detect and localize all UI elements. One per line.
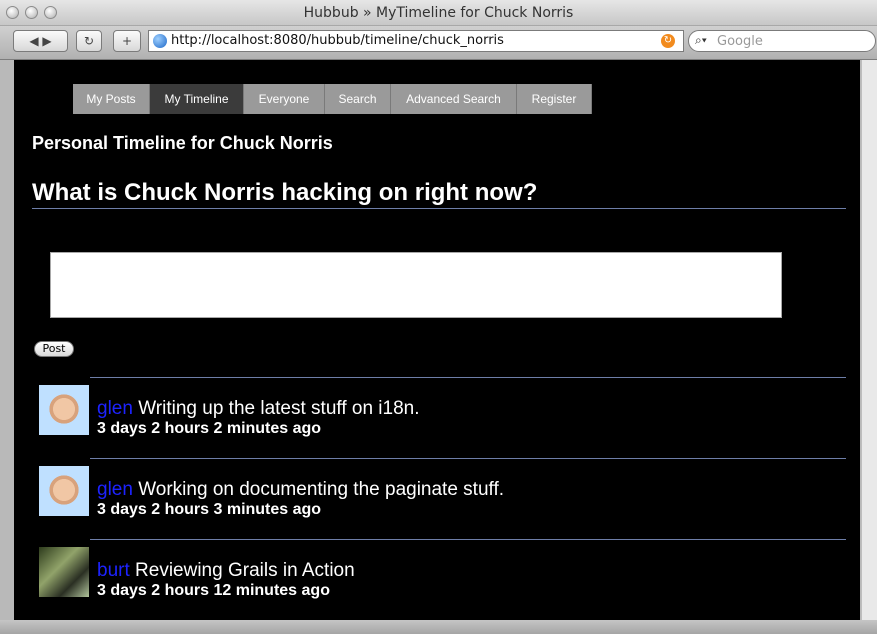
- url-text[interactable]: http://localhost:8080/hubbub/timeline/ch…: [171, 33, 504, 48]
- tab-advanced-search[interactable]: Advanced Search: [391, 84, 517, 114]
- add-bookmark-button[interactable]: +: [113, 30, 141, 52]
- post-textarea[interactable]: [50, 252, 782, 318]
- post-text: Reviewing Grails in Action: [135, 560, 355, 581]
- timeline-post: glen Working on documenting the paginate…: [14, 458, 860, 540]
- post-time: 3 days 2 hours 3 minutes ago: [97, 501, 322, 518]
- post-divider: [90, 539, 846, 540]
- prompt-divider: [32, 208, 846, 209]
- avatar[interactable]: [39, 385, 89, 435]
- nav-tabs: My Posts My Timeline Everyone Search Adv…: [73, 84, 592, 114]
- window-title: Hubbub » MyTimeline for Chuck Norris: [303, 5, 574, 21]
- title-bar: Hubbub » MyTimeline for Chuck Norris: [0, 0, 877, 26]
- tab-register[interactable]: Register: [517, 84, 592, 114]
- post-line: glen Working on documenting the paginate…: [97, 479, 504, 501]
- timeline-post: glen Writing up the latest stuff on i18n…: [14, 377, 860, 459]
- avatar[interactable]: [39, 547, 89, 597]
- post-text: Writing up the latest stuff on i18n.: [138, 398, 420, 419]
- tab-search[interactable]: Search: [325, 84, 391, 114]
- search-field[interactable]: ⌕▾ Google: [688, 30, 876, 52]
- status-prompt: What is Chuck Norris hacking on right no…: [32, 179, 538, 206]
- post-user-link[interactable]: glen: [97, 479, 133, 500]
- post-time: 3 days 2 hours 12 minutes ago: [97, 582, 330, 599]
- page-content: My Posts My Timeline Everyone Search Adv…: [14, 60, 860, 620]
- address-bar[interactable]: http://localhost:8080/hubbub/timeline/ch…: [148, 30, 684, 52]
- avatar[interactable]: [39, 466, 89, 516]
- back-forward-buttons[interactable]: ◀ ▶: [13, 30, 68, 52]
- window-bottom-edge: [0, 620, 877, 634]
- post-text: Working on documenting the paginate stuf…: [138, 479, 505, 500]
- post-divider: [90, 377, 846, 378]
- search-icon: ⌕▾: [695, 33, 707, 47]
- tab-everyone[interactable]: Everyone: [244, 84, 325, 114]
- post-time: 3 days 2 hours 2 minutes ago: [97, 420, 322, 437]
- timeline-heading: Personal Timeline for Chuck Norris: [32, 133, 333, 153]
- browser-toolbar: ◀ ▶ ↻ + http://localhost:8080/hubbub/tim…: [0, 26, 877, 60]
- timeline-post: burt Reviewing Grails in Action 3 days 2…: [14, 539, 860, 620]
- post-user-link[interactable]: glen: [97, 398, 133, 419]
- post-line: burt Reviewing Grails in Action: [97, 560, 355, 582]
- tab-my-posts[interactable]: My Posts: [73, 84, 150, 114]
- post-line: glen Writing up the latest stuff on i18n…: [97, 398, 420, 420]
- post-button[interactable]: Post: [34, 341, 74, 357]
- browser-window: Hubbub » MyTimeline for Chuck Norris ◀ ▶…: [0, 0, 877, 634]
- tab-my-timeline[interactable]: My Timeline: [150, 84, 244, 114]
- reload-button[interactable]: ↻: [76, 30, 102, 52]
- post-divider: [90, 458, 846, 459]
- search-placeholder: Google: [717, 34, 763, 49]
- rss-icon[interactable]: ↻: [661, 34, 675, 48]
- post-user-link[interactable]: burt: [97, 560, 130, 581]
- globe-icon: [153, 34, 167, 48]
- scrollbar[interactable]: [861, 60, 877, 620]
